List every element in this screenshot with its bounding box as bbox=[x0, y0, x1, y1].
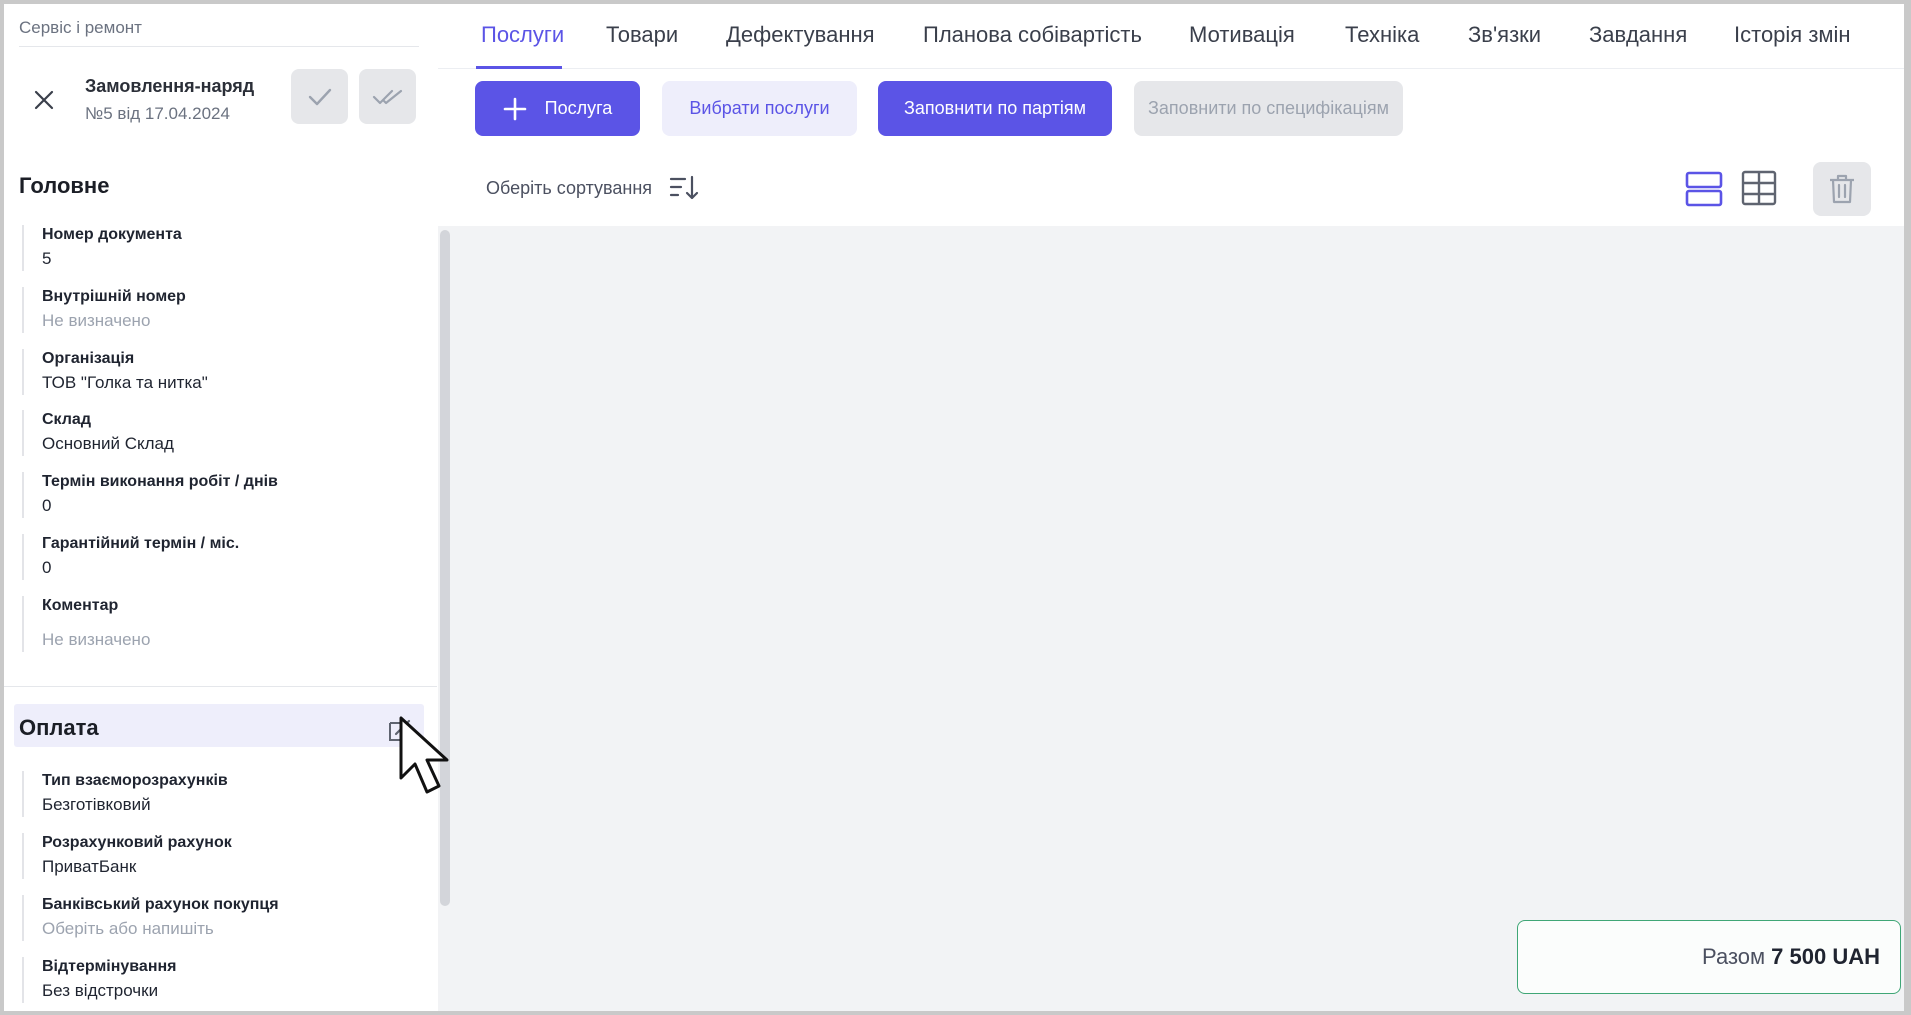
plus-icon bbox=[503, 97, 526, 120]
total-amount: 7 500 UAH bbox=[1771, 944, 1880, 969]
left-panel-scrollbar[interactable] bbox=[440, 230, 450, 906]
field-value: Не визначено bbox=[42, 311, 151, 330]
tab-bar: Послуги Товари Дефектування Планова собі… bbox=[438, 4, 1904, 69]
field-value: 5 bbox=[42, 249, 52, 268]
sort-label[interactable]: Оберіть сортування bbox=[486, 178, 652, 199]
divider bbox=[4, 686, 437, 687]
field-label: Розрахунковий рахунок bbox=[42, 834, 232, 851]
field-deferral[interactable]: Відтермінування Без відстрочки bbox=[22, 957, 412, 1003]
tab-goods[interactable]: Товари bbox=[606, 22, 678, 48]
field-warehouse[interactable]: Склад Основний Склад bbox=[22, 410, 412, 456]
field-comment[interactable]: Коментар Не визначено bbox=[22, 596, 412, 652]
field-label: Коментар bbox=[42, 597, 119, 614]
document-subtitle: №5 від 17.04.2024 bbox=[85, 104, 230, 123]
field-document-number[interactable]: Номер документа 5 bbox=[22, 225, 412, 271]
edit-icon[interactable] bbox=[387, 717, 413, 743]
field-label: Тип взаєморозрахунків bbox=[42, 772, 228, 789]
field-value: Безготівковий bbox=[42, 795, 151, 814]
field-buyer-bank-account[interactable]: Банківський рахунок покупця Оберіть або … bbox=[22, 895, 412, 941]
check-icon bbox=[308, 88, 331, 105]
field-work-term[interactable]: Термін виконання робіт / днів 0 bbox=[22, 472, 412, 518]
double-check-icon bbox=[372, 89, 402, 104]
content-area: Послуги Товари Дефектування Планова собі… bbox=[438, 4, 1904, 1011]
field-value: ПриватБанк bbox=[42, 857, 137, 876]
fill-by-specs-button[interactable]: Заповнити по специфікаціям bbox=[1134, 81, 1403, 136]
field-value: Не визначено bbox=[42, 630, 151, 649]
toolbar: Послуга Вибрати послуги Заповнити по пар… bbox=[438, 69, 1904, 226]
total-label: Разом bbox=[1702, 944, 1766, 969]
field-label: Внутрішній номер bbox=[42, 288, 186, 305]
tab-defects[interactable]: Дефектування bbox=[726, 22, 875, 48]
tab-services[interactable]: Послуги bbox=[481, 22, 564, 48]
tab-equipment[interactable]: Техніка bbox=[1345, 22, 1419, 48]
delete-button[interactable] bbox=[1813, 162, 1871, 216]
field-value: Основний Склад bbox=[42, 434, 174, 453]
grid-view-icon[interactable] bbox=[1741, 170, 1777, 206]
field-value: Без відстрочки bbox=[42, 981, 159, 1000]
app-window: Сервіс і ремонт Замовлення-наряд №5 від … bbox=[4, 4, 1904, 1011]
close-button[interactable] bbox=[26, 82, 62, 118]
field-value: 0 bbox=[42, 496, 52, 515]
post-button[interactable] bbox=[291, 69, 348, 124]
list-view-icon[interactable] bbox=[1685, 170, 1723, 208]
field-label: Номер документа bbox=[42, 226, 182, 243]
close-icon bbox=[34, 90, 54, 110]
fields-scroll-area[interactable]: Головне Номер документа 5 Внутрішній ном… bbox=[4, 149, 437, 1011]
add-service-label: Послуга bbox=[544, 98, 613, 118]
sort-icon[interactable] bbox=[668, 172, 700, 204]
breadcrumb[interactable]: Сервіс і ремонт bbox=[19, 18, 142, 38]
field-label: Термін виконання робіт / днів bbox=[42, 473, 278, 490]
field-value: Оберіть або напишіть bbox=[42, 919, 214, 938]
field-warranty-term[interactable]: Гарантійний термін / міс. 0 bbox=[22, 534, 412, 580]
tab-tasks[interactable]: Завдання bbox=[1589, 22, 1687, 48]
tab-motivation[interactable]: Мотивація bbox=[1189, 22, 1295, 48]
document-panel: Сервіс і ремонт Замовлення-наряд №5 від … bbox=[4, 4, 437, 1011]
divider bbox=[19, 46, 419, 47]
post-and-close-button[interactable] bbox=[359, 69, 416, 124]
field-value: 0 bbox=[42, 558, 52, 577]
tab-links[interactable]: Зв'язки bbox=[1468, 22, 1541, 48]
fill-by-batches-button[interactable]: Заповнити по партіям bbox=[878, 81, 1112, 136]
field-label: Організація bbox=[42, 350, 135, 367]
field-internal-number[interactable]: Внутрішній номер Не визначено bbox=[22, 287, 412, 333]
total-summary: Разом 7 500 UAH bbox=[1517, 920, 1901, 994]
field-label: Банківський рахунок покупця bbox=[42, 896, 279, 913]
section-title-main: Головне bbox=[19, 173, 110, 198]
choose-services-button[interactable]: Вибрати послуги bbox=[662, 81, 857, 136]
field-label: Відтермінування bbox=[42, 958, 177, 975]
tab-history[interactable]: Історія змін bbox=[1734, 22, 1851, 48]
tab-planned-cost[interactable]: Планова собівартість bbox=[923, 22, 1142, 48]
section-title-payment: Оплата bbox=[19, 715, 99, 740]
field-value: ТОВ "Голка та нитка" bbox=[42, 373, 208, 392]
add-service-button[interactable]: Послуга bbox=[475, 81, 640, 136]
document-title: Замовлення-наряд bbox=[85, 76, 255, 96]
field-label: Гарантійний термін / міс. bbox=[42, 535, 240, 552]
field-settlement-account[interactable]: Розрахунковий рахунок ПриватБанк bbox=[22, 833, 412, 879]
field-label: Склад bbox=[42, 411, 91, 428]
field-settlement-type[interactable]: Тип взаєморозрахунків Безготівковий bbox=[22, 771, 412, 817]
field-organization[interactable]: Організація ТОВ "Голка та нитка" bbox=[22, 349, 412, 395]
trash-icon bbox=[1830, 174, 1854, 204]
